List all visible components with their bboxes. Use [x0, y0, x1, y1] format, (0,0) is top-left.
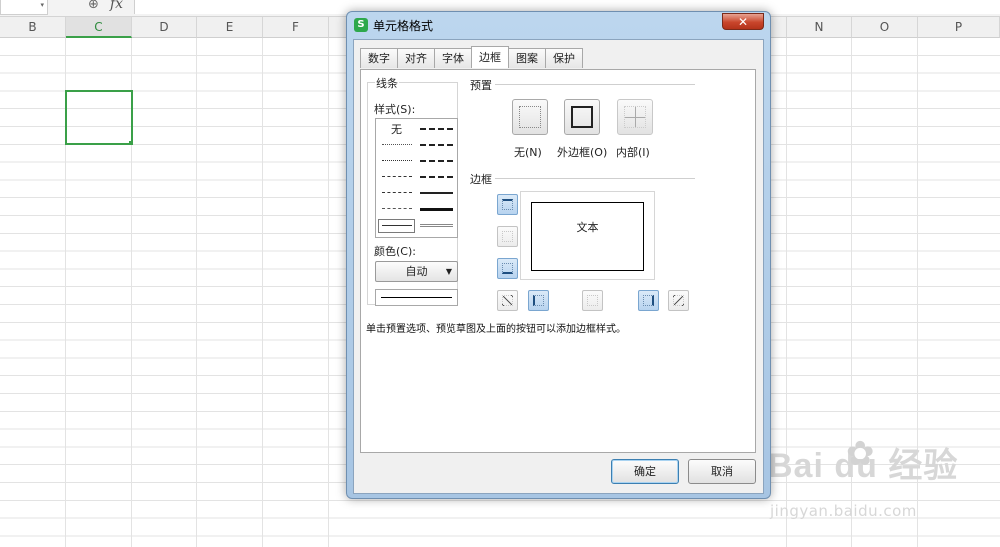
- preset-outline-icon: [571, 106, 593, 128]
- line-style-dash-dot[interactable]: [382, 192, 412, 193]
- border-bottom-button[interactable]: [497, 258, 518, 279]
- style-label: 样式(S):: [373, 101, 417, 117]
- diagonal-up-icon: [502, 295, 513, 306]
- preset-inside-icon: [624, 106, 646, 128]
- fill-handle[interactable]: [129, 141, 133, 145]
- border-left-icon: [533, 295, 544, 306]
- border-left-button[interactable]: [528, 290, 549, 311]
- tab-protection[interactable]: 保护: [545, 48, 583, 68]
- border-diagonal-down-button[interactable]: [668, 290, 689, 311]
- line-style-slant-dash-dot[interactable]: [420, 144, 453, 146]
- preset-none-button[interactable]: [512, 99, 548, 135]
- format-cells-dialog: S 单元格格式 ✕ 数字 对齐 字体 边框 图案 保护 线条 样式(S): 无: [346, 11, 771, 499]
- tab-number[interactable]: 数字: [360, 48, 398, 68]
- border-top-icon: [502, 199, 513, 210]
- lines-group-title: 线条: [375, 75, 399, 91]
- column-header-f[interactable]: F: [263, 17, 329, 38]
- color-select[interactable]: 自动 ▼: [375, 261, 458, 282]
- column-header-n[interactable]: N: [787, 17, 852, 38]
- preset-outline-button[interactable]: [564, 99, 600, 135]
- column-header-o[interactable]: O: [852, 17, 918, 38]
- border-inner-vertical-icon: [587, 295, 598, 306]
- preset-group-title: 预置: [469, 77, 493, 93]
- watermark: Bai du 经验 ✿ jingyan.baidu.com: [768, 434, 958, 520]
- preview-cell-box: [531, 202, 644, 271]
- preview-text: 文本: [576, 221, 599, 234]
- line-style-list[interactable]: 无: [375, 118, 458, 238]
- tab-pattern[interactable]: 图案: [508, 48, 546, 68]
- border-inner-vertical-button[interactable]: [582, 290, 603, 311]
- border-divider: [495, 178, 695, 179]
- line-style-dotted[interactable]: [382, 160, 412, 161]
- line-style-preview: [375, 289, 458, 306]
- line-style-double[interactable]: [420, 224, 453, 227]
- color-select-value: 自动: [405, 265, 428, 278]
- border-group-title: 边框: [469, 171, 493, 187]
- line-style-none[interactable]: 无: [391, 121, 402, 137]
- tab-alignment[interactable]: 对齐: [397, 48, 435, 68]
- close-button[interactable]: ✕: [722, 13, 764, 30]
- tab-border[interactable]: 边框: [471, 46, 509, 68]
- line-style-dashed[interactable]: [382, 208, 412, 209]
- watermark-url: jingyan.baidu.com: [770, 502, 917, 520]
- column-header-e[interactable]: E: [197, 17, 263, 38]
- border-diagonal-up-button[interactable]: [497, 290, 518, 311]
- column-header-b[interactable]: B: [0, 17, 66, 38]
- line-style-medium-dash-dot-dot[interactable]: [420, 128, 453, 130]
- line-style-medium-dash-dot[interactable]: [420, 160, 453, 162]
- dialog-body: 数字 对齐 字体 边框 图案 保护 线条 样式(S): 无 颜色(C): 自动 …: [353, 39, 764, 494]
- border-top-button[interactable]: [497, 194, 518, 215]
- column-header-p[interactable]: P: [918, 17, 1000, 38]
- paw-icon: ✿: [846, 434, 875, 474]
- wps-app-icon: S: [354, 18, 368, 32]
- line-style-thick[interactable]: [420, 208, 453, 211]
- diagonal-down-icon: [673, 295, 684, 306]
- name-box[interactable]: ▾: [0, 0, 48, 15]
- preset-none-icon: [519, 106, 541, 128]
- line-style-medium-dashed[interactable]: [420, 176, 453, 178]
- border-tab-panel: 线条 样式(S): 无 颜色(C): 自动 ▼ 预置 无(N) 外边框(O) 内…: [360, 69, 756, 453]
- border-preview[interactable]: 文本: [520, 191, 655, 280]
- column-header-d[interactable]: D: [132, 17, 197, 38]
- dialog-titlebar[interactable]: S 单元格格式 ✕: [347, 12, 770, 38]
- line-style-selected[interactable]: [378, 219, 415, 233]
- preset-outline-label: 外边框(O): [557, 146, 608, 159]
- line-style-dash-dot-dot[interactable]: [382, 176, 412, 177]
- preset-inside-button[interactable]: [617, 99, 653, 135]
- cancel-button[interactable]: 取消: [688, 459, 756, 484]
- preset-none-label: 无(N): [514, 146, 542, 159]
- chevron-down-icon[interactable]: ▾: [40, 1, 44, 9]
- border-bottom-icon: [502, 263, 513, 274]
- tab-font[interactable]: 字体: [434, 48, 472, 68]
- color-label: 颜色(C):: [373, 243, 417, 259]
- hint-text: 单击预置选项、预览草图及上面的按钮可以添加边框样式。: [366, 324, 626, 335]
- line-style-hair[interactable]: [382, 144, 412, 145]
- border-right-button[interactable]: [638, 290, 659, 311]
- border-inner-horizontal-button[interactable]: [497, 226, 518, 247]
- selected-cell[interactable]: [65, 90, 133, 145]
- ok-button[interactable]: 确定: [611, 459, 679, 484]
- line-style-medium[interactable]: [420, 192, 453, 194]
- function-icon[interactable]: fx: [110, 0, 123, 12]
- tab-bar: 数字 对齐 字体 边框 图案 保护: [360, 46, 583, 69]
- border-right-icon: [643, 295, 654, 306]
- column-header-c[interactable]: C: [66, 17, 132, 38]
- dialog-title: 单元格格式: [373, 19, 434, 33]
- zoom-icon[interactable]: ⊕: [88, 0, 99, 12]
- dropdown-arrow-icon: ▼: [445, 267, 452, 276]
- preset-divider: [495, 84, 695, 85]
- preset-inside-label: 内部(I): [616, 146, 650, 159]
- border-inner-horizontal-icon: [502, 231, 513, 242]
